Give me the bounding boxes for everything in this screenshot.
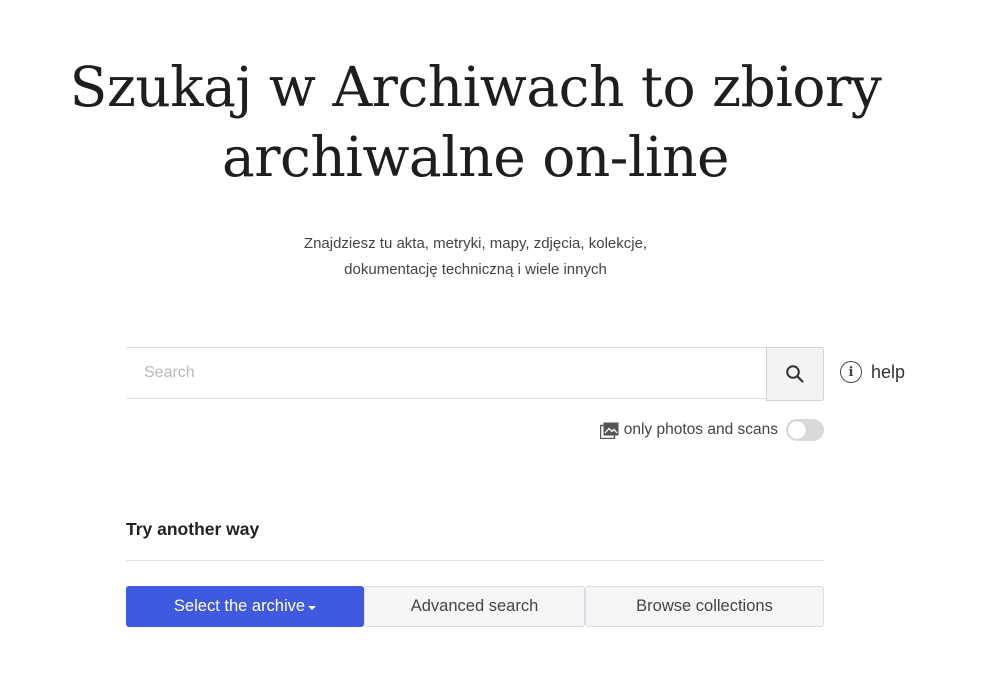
search-bar <box>126 347 824 401</box>
photos-scans-filter: only photos and scans <box>599 418 824 442</box>
section-title-try-another-way: Try another way <box>126 519 260 539</box>
divider <box>126 560 824 561</box>
advanced-search-label: Advanced search <box>410 597 539 615</box>
help-label: help <box>871 361 906 382</box>
caret-down-icon <box>308 605 317 610</box>
browse-collections-button[interactable]: Browse collections <box>585 586 824 627</box>
page-title-line-2: archiwalne on-line <box>221 125 730 189</box>
browse-collections-label: Browse collections <box>636 597 773 615</box>
page-subtitle-line-2: dokumentację techniczną i wiele innych <box>344 261 607 278</box>
page: Szukaj w Archiwach to zbiory archiwalne … <box>0 0 991 680</box>
info-icon: i <box>840 361 862 383</box>
page-title: Szukaj w Archiwach to zbiory archiwalne … <box>0 52 951 192</box>
toggle-knob <box>788 421 806 439</box>
page-title-line-1: Szukaj w Archiwach to zbiory <box>69 55 882 119</box>
photos-scans-label: only photos and scans <box>623 421 778 438</box>
page-subtitle: Znajdziesz tu akta, metryki, mapy, zdjęc… <box>0 231 951 283</box>
advanced-search-button[interactable]: Advanced search <box>364 586 585 627</box>
search-icon <box>786 365 804 383</box>
select-archive-label: Select the archive <box>173 597 306 615</box>
search-input[interactable] <box>126 347 766 399</box>
search-button[interactable] <box>766 347 824 401</box>
photos-scans-toggle[interactable] <box>786 419 824 441</box>
help-link[interactable]: i help <box>840 359 905 385</box>
select-archive-button[interactable]: Select the archive <box>126 586 364 627</box>
photo-gallery-icon <box>599 422 619 439</box>
page-subtitle-line-1: Znajdziesz tu akta, metryki, mapy, zdjęc… <box>303 235 648 252</box>
